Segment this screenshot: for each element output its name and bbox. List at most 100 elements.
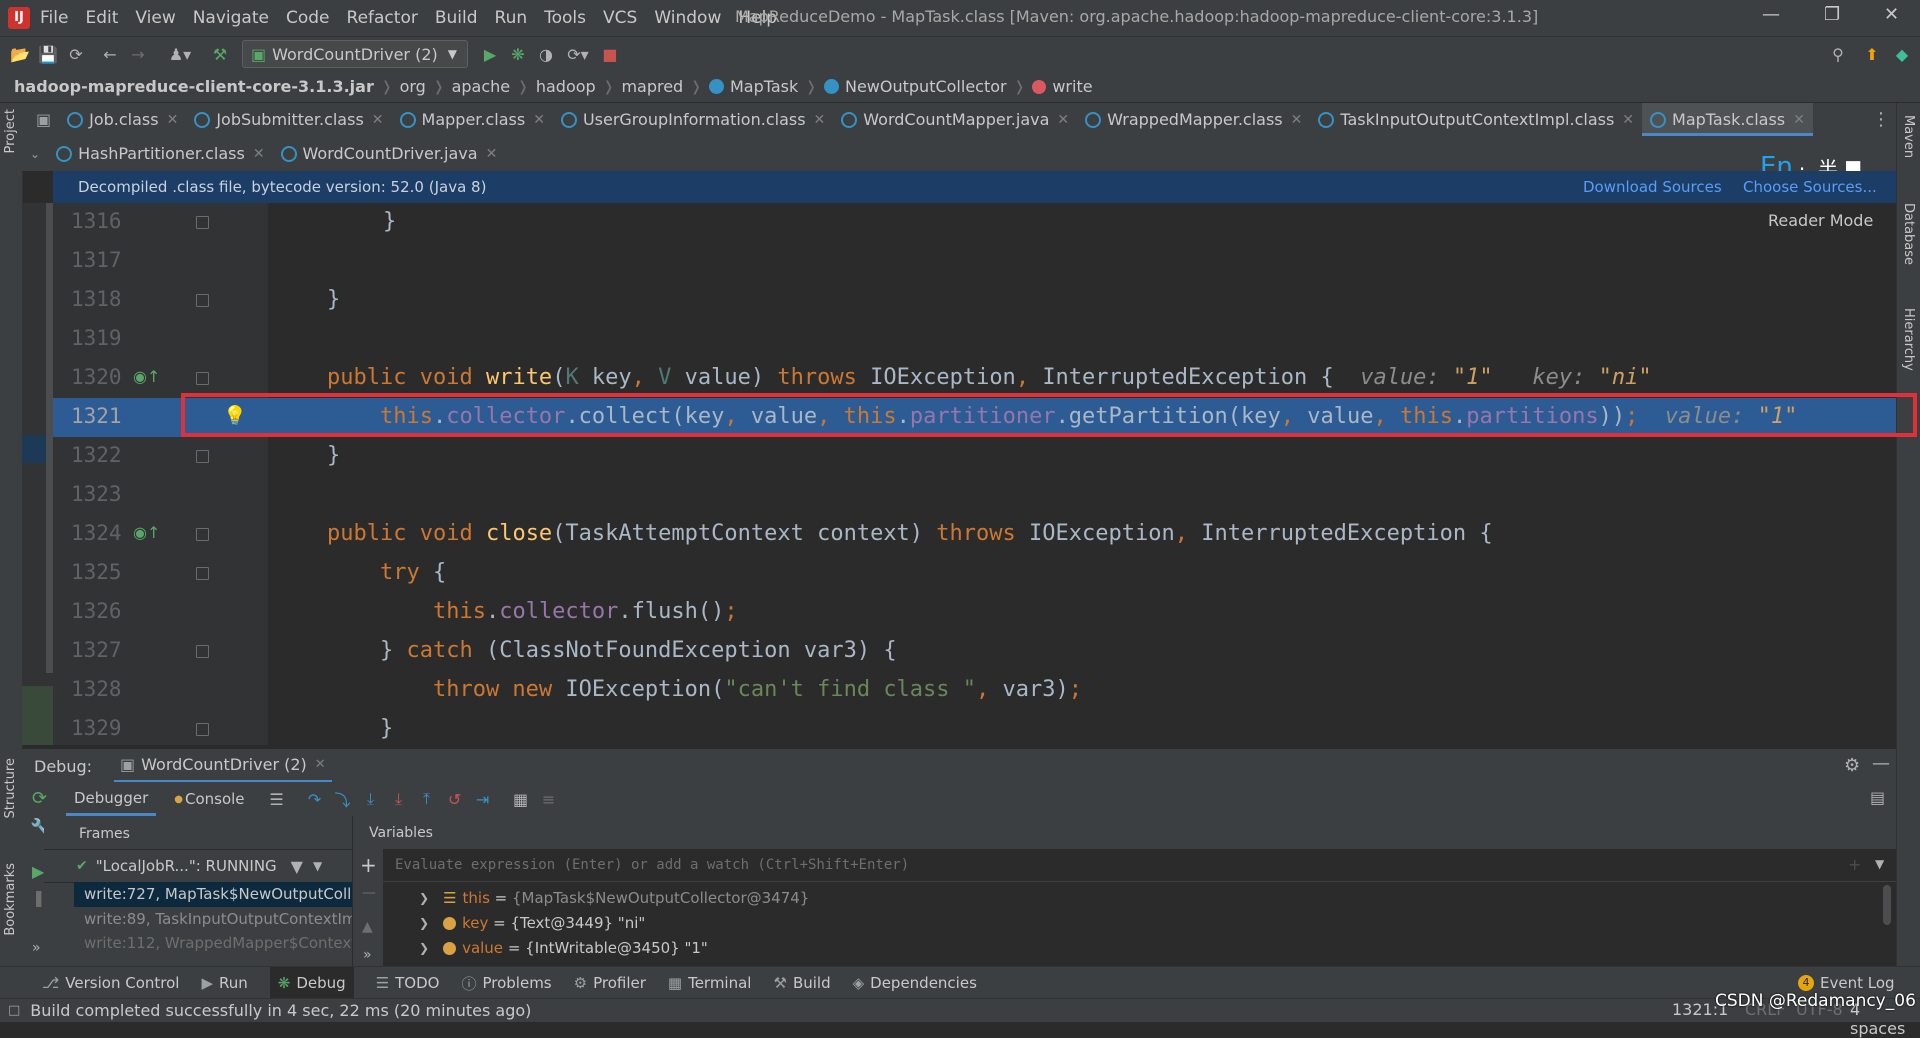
tab-maptask-class[interactable]: MapTask.class ✕	[1642, 103, 1813, 136]
evaluate-expression-icon[interactable]: ▦	[507, 786, 535, 812]
download-sources-link[interactable]: Download Sources	[1583, 178, 1722, 196]
event-log-button[interactable]: 4 Event Log	[1798, 974, 1895, 992]
close-tab-icon[interactable]: ✕	[1622, 112, 1634, 128]
menu-file[interactable]: File	[40, 8, 68, 28]
expand-icon[interactable]: ❯	[419, 891, 429, 905]
resume-icon[interactable]: ▶	[32, 862, 44, 881]
maven-tool-button[interactable]: Maven	[1901, 115, 1916, 158]
tab-profiler[interactable]: ⚙ Profiler	[574, 974, 646, 992]
crumb-org[interactable]: org	[400, 77, 426, 96]
structure-tool-button[interactable]: Structure	[3, 758, 18, 818]
menu-tools[interactable]: Tools	[544, 8, 586, 28]
chevron-down-icon[interactable]: ▼	[1875, 857, 1884, 871]
frame-item[interactable]: write:89, TaskInputOutputContextImpl	[84, 910, 352, 928]
tab-console[interactable]: ● Console	[166, 782, 252, 816]
menu-refactor[interactable]: Refactor	[347, 8, 418, 28]
project-view-toggle[interactable]: ▣	[22, 103, 59, 136]
trace-icon[interactable]: ≡	[535, 786, 563, 812]
crumb-jar[interactable]: hadoop-mapreduce-client-core-3.1.3.jar	[14, 77, 374, 96]
gear-icon[interactable]: ⚙	[1844, 755, 1860, 776]
tab-todo[interactable]: ☰ TODO	[376, 974, 440, 992]
tab-jobsubmitter-class[interactable]: JobSubmitter.class ✕	[186, 103, 391, 136]
close-tab-icon[interactable]: ✕	[814, 112, 826, 128]
variable-row[interactable]: ❯ value = {IntWritable@3450} "1"	[419, 939, 708, 957]
tab-wrappedmapper-class[interactable]: WrappedMapper.class ✕	[1077, 103, 1310, 136]
expand-icon[interactable]: ❯	[419, 916, 429, 930]
hierarchy-tool-button[interactable]: Hierarchy	[1901, 308, 1916, 371]
force-step-into-icon[interactable]: ⤓	[385, 786, 413, 812]
chevron-down-icon[interactable]: ▼	[313, 859, 322, 873]
override-gutter-icon[interactable]: ◉↑	[133, 367, 160, 386]
frame-item[interactable]: write:112, WrappedMapper$Context	[84, 934, 352, 952]
menu-code[interactable]: Code	[286, 8, 330, 28]
tab-taskinputoutputcontextimpl-class[interactable]: TaskInputOutputContextImpl.class ✕	[1310, 103, 1642, 136]
tab-dependencies[interactable]: ◈ Dependencies	[853, 974, 977, 992]
variable-row[interactable]: ❯ ☰ this = {MapTask$NewOutputCollector@3…	[419, 889, 809, 907]
fold-icon[interactable]	[196, 216, 209, 229]
open-folder-icon[interactable]: 📂	[6, 41, 34, 67]
step-out-icon[interactable]: ⤒	[413, 786, 441, 812]
more-icon[interactable]: »	[32, 940, 41, 956]
crumb-apache[interactable]: apache	[452, 77, 511, 96]
coverage-icon[interactable]: ◑	[532, 41, 560, 67]
crumb-maptask[interactable]: MapTask	[730, 77, 798, 96]
close-window-icon[interactable]: ✕	[1884, 4, 1899, 25]
filter-icon[interactable]: ▼	[291, 857, 303, 876]
debug-bug-icon[interactable]: ❋	[504, 41, 532, 67]
crumb-hadoop[interactable]: hadoop	[536, 77, 596, 96]
fold-icon[interactable]	[196, 723, 209, 736]
search-icon[interactable]: ⚲	[1824, 41, 1852, 67]
move-up-icon[interactable]: ▲	[362, 919, 373, 935]
menu-navigate[interactable]: Navigate	[193, 8, 269, 28]
user-dropdown-icon[interactable]: ♟▾	[160, 41, 200, 67]
hide-panel-icon[interactable]: —	[1872, 753, 1890, 774]
drop-frame-icon[interactable]: ↺	[441, 786, 469, 812]
close-tab-icon[interactable]: ✕	[1793, 112, 1805, 128]
fold-icon[interactable]	[196, 450, 209, 463]
close-tab-icon[interactable]: ✕	[315, 757, 326, 772]
variables-scrollbar[interactable]	[1883, 885, 1891, 925]
bookmarks-tool-button[interactable]: Bookmarks	[3, 863, 18, 936]
variable-row[interactable]: ❯ key = {Text@3449} "ni"	[419, 914, 645, 932]
profile-dropdown-icon[interactable]: ⟳▾	[560, 41, 596, 67]
tab-problems[interactable]: ⓘ Problems	[461, 973, 551, 994]
close-tab-icon[interactable]: ✕	[533, 112, 545, 128]
update-icon[interactable]: ⬆	[1858, 41, 1886, 67]
more-tabs-icon[interactable]: ⋮	[1872, 109, 1890, 130]
layout-icon[interactable]: ☰	[263, 786, 291, 812]
menu-run[interactable]: Run	[495, 8, 528, 28]
remove-watch-icon[interactable]: —	[362, 885, 376, 901]
expand-icon[interactable]: ❯	[419, 941, 429, 955]
tab-collapse[interactable]: ⌄	[22, 137, 48, 170]
tab-job-class[interactable]: Job.class ✕	[59, 103, 186, 136]
tab-wordcountdriver-java[interactable]: WordCountDriver.java ✕	[273, 137, 506, 170]
project-tool-button[interactable]: Project	[3, 109, 18, 153]
rerun-icon[interactable]: ⟳	[32, 788, 47, 809]
add-watch-icon[interactable]: +	[1848, 855, 1861, 874]
crumb-mapred[interactable]: mapred	[621, 77, 683, 96]
back-icon[interactable]: ←	[96, 41, 124, 67]
save-icon[interactable]: 💾	[34, 41, 62, 67]
toolbox-icon[interactable]: ◆	[1888, 41, 1916, 67]
close-tab-icon[interactable]: ✕	[1057, 112, 1069, 128]
override-gutter-icon[interactable]: ◉↑	[133, 523, 160, 542]
status-toggle-icon[interactable]: □	[8, 1003, 20, 1018]
more-icon[interactable]: »	[363, 947, 372, 963]
menu-window[interactable]: Window	[654, 8, 721, 28]
tab-debug[interactable]: ❋ Debug	[269, 967, 354, 999]
close-tab-icon[interactable]: ✕	[167, 112, 179, 128]
close-tab-icon[interactable]: ✕	[486, 146, 498, 162]
menu-vcs[interactable]: VCS	[603, 8, 637, 28]
selected-frame[interactable]: write:727, MapTask$NewOutputCollector	[74, 882, 352, 907]
fold-icon[interactable]	[196, 528, 209, 541]
fold-icon[interactable]	[196, 645, 209, 658]
tab-debugger[interactable]: Debugger	[66, 782, 157, 816]
restore-icon[interactable]: ❐	[1824, 4, 1840, 25]
close-tab-icon[interactable]: ✕	[1291, 112, 1303, 128]
choose-sources-link[interactable]: Choose Sources...	[1743, 178, 1877, 196]
tab-terminal[interactable]: ▦ Terminal	[668, 974, 752, 992]
fold-icon[interactable]	[196, 372, 209, 385]
run-to-cursor-icon[interactable]: ⇥	[469, 786, 497, 812]
stop-icon[interactable]: ■	[596, 41, 624, 67]
close-tab-icon[interactable]: ✕	[253, 146, 265, 162]
